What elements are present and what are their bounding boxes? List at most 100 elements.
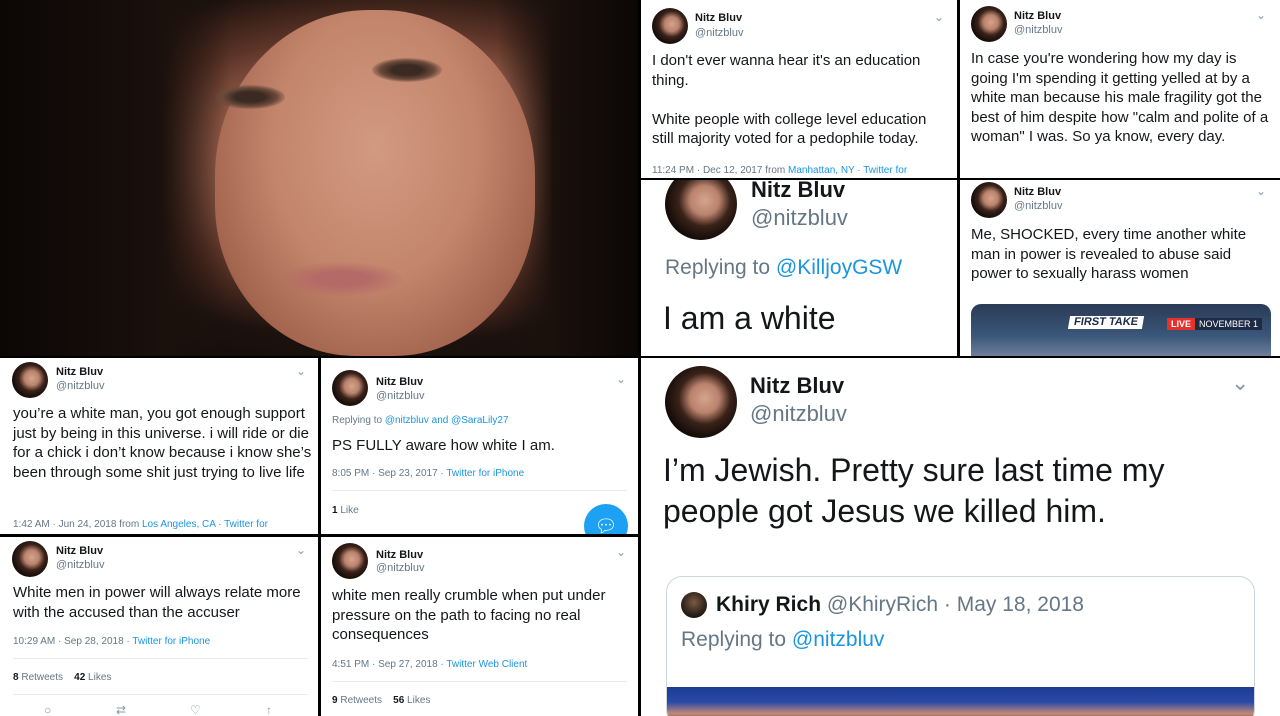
mention-link[interactable]: @nitzbluv and @SaraLily27: [385, 415, 509, 426]
share-icon[interactable]: ↑: [266, 703, 272, 716]
compose-reply-icon: 💬︎: [594, 516, 618, 534]
tweet-author-name[interactable]: Nitz Bluv: [1014, 10, 1061, 22]
tweet-text: I don't ever wanna hear it's an educatio…: [652, 52, 927, 147]
tweet-author-handle[interactable]: @nitzbluv: [1014, 200, 1062, 212]
chevron-down-icon[interactable]: ⌄: [616, 545, 626, 559]
tweet-card-day: Nitz Bluv @nitzbluv ⌄ In case you're won…: [960, 0, 1280, 178]
likes-label[interactable]: Likes: [404, 695, 430, 706]
avatar[interactable]: [652, 8, 688, 44]
tweet-divider: [13, 658, 308, 659]
replying-prefix: Replying to: [681, 628, 792, 651]
media-live-badge: LIVE: [1167, 318, 1196, 330]
tweet-timestamp[interactable]: 8:05 PM · Sep 23, 2017 ·: [332, 468, 446, 479]
tweet-author-handle[interactable]: @nitzbluv: [376, 562, 424, 574]
tweet-meta: 10:29 AM · Sep 28, 2018 · Twitter for iP…: [13, 636, 210, 647]
media-show-logo: FIRST TAKE: [1067, 316, 1145, 329]
tweet-timestamp[interactable]: 1:42 AM · Jun 24, 2018 from: [13, 519, 142, 530]
tweet-author-handle[interactable]: @nitzbluv: [56, 559, 104, 571]
photo-hair-left: [0, 0, 230, 356]
quoted-date[interactable]: · May 18, 2018: [938, 593, 1084, 616]
tweet-timestamp[interactable]: 10:29 AM · Sep 28, 2018 ·: [13, 636, 132, 647]
tweet-divider: [332, 490, 627, 491]
tweet-author-handle[interactable]: @nitzbluv: [1014, 24, 1062, 36]
tweet-author-name[interactable]: Nitz Bluv: [376, 376, 423, 388]
chevron-down-icon[interactable]: ⌄: [1256, 8, 1266, 22]
tweet-author-handle[interactable]: @nitzbluv: [751, 205, 848, 231]
tweet-text: you’re a white man, you got enough suppo…: [13, 405, 312, 481]
tweet-client-link[interactable]: Twitter for iPhone: [132, 636, 210, 647]
tweet-author-handle[interactable]: @nitzbluv: [56, 380, 104, 392]
tweet-stats: 9 Retweets 56 Likes: [332, 695, 430, 706]
tweet-divider: [13, 694, 308, 695]
tweet-author-name[interactable]: Nitz Bluv: [56, 366, 103, 378]
chevron-down-icon[interactable]: ⌄: [616, 372, 626, 386]
tweet-author-name[interactable]: Nitz Bluv: [56, 545, 103, 557]
likes-count[interactable]: 56: [393, 695, 404, 706]
mention-link[interactable]: @KilljoyGSW: [776, 256, 902, 279]
tweet-location-link[interactable]: Manhattan, NY: [788, 165, 855, 176]
retweet-icon[interactable]: ⇄: [116, 703, 126, 716]
tweet-meta: 11:24 PM · Dec 12, 2017 from Manhattan, …: [652, 165, 907, 176]
tweet-text: White men in power will always relate mo…: [13, 584, 301, 621]
tweet-meta: 8:05 PM · Sep 23, 2017 · Twitter for iPh…: [332, 468, 524, 479]
chevron-down-icon[interactable]: ⌄: [296, 364, 306, 378]
tweet-author-handle[interactable]: @nitzbluv: [376, 390, 424, 402]
quoted-tweet[interactable]: Khiry Rich @KhiryRich · May 18, 2018 Rep…: [666, 576, 1255, 716]
tweet-author-name[interactable]: Nitz Bluv: [1014, 186, 1061, 198]
tweet-author-name[interactable]: Nitz Bluv: [751, 180, 845, 203]
reply-icon[interactable]: ○: [44, 703, 51, 716]
tweet-author-handle[interactable]: @nitzbluv: [695, 27, 743, 39]
tweet-divider: [332, 681, 627, 682]
mention-link[interactable]: @nitzbluv: [792, 628, 885, 651]
tweet-media[interactable]: FIRST TAKE LIVE NOVEMBER 1: [971, 304, 1271, 356]
likes-label[interactable]: Like: [338, 505, 358, 516]
tweet-card-ride-or-die: Nitz Bluv @nitzbluv ⌄ you’re a white man…: [0, 358, 318, 534]
tweet-author-name[interactable]: Nitz Bluv: [695, 12, 742, 24]
avatar[interactable]: [971, 6, 1007, 42]
chevron-down-icon[interactable]: ⌄: [934, 10, 944, 24]
quoted-author-name[interactable]: Khiry Rich: [716, 593, 821, 616]
tweet-location-link[interactable]: Los Angeles, CA: [142, 519, 215, 530]
photo-face: [215, 10, 535, 356]
replying-to: Replying to @KilljoyGSW: [665, 256, 902, 280]
quoted-header: Khiry Rich @KhiryRich · May 18, 2018: [716, 593, 1084, 617]
likes-label[interactable]: Likes: [85, 672, 111, 683]
photo-eye-right: [372, 58, 442, 82]
tweet-timestamp[interactable]: 4:51 PM · Sep 27, 2018 ·: [332, 659, 446, 670]
quoted-avatar[interactable]: [681, 592, 707, 618]
photo-eye-left: [215, 85, 285, 109]
avatar[interactable]: [665, 366, 737, 438]
chevron-down-icon[interactable]: ⌄: [1256, 184, 1266, 198]
avatar[interactable]: [12, 362, 48, 398]
chevron-down-icon[interactable]: ⌄: [296, 543, 306, 557]
avatar[interactable]: [665, 180, 737, 240]
replying-prefix: Replying to: [665, 256, 776, 279]
photo-lips: [282, 262, 402, 296]
tweet-author-handle[interactable]: @nitzbluv: [750, 401, 847, 427]
likes-count[interactable]: 42: [74, 672, 85, 683]
tweet-author-name[interactable]: Nitz Bluv: [750, 373, 844, 399]
tweet-text: white men really crumble when put under …: [332, 587, 606, 643]
meta-separator: ·: [215, 519, 225, 530]
avatar[interactable]: [332, 370, 368, 406]
tweet-client-link[interactable]: Twitter for: [863, 165, 907, 176]
tweet-card-education: Nitz Bluv @nitzbluv ⌄ I don't ever wanna…: [641, 0, 957, 178]
avatar[interactable]: [332, 543, 368, 579]
quoted-author-handle[interactable]: @KhiryRich: [827, 593, 938, 616]
tweet-client-link[interactable]: Twitter for iPhone: [446, 468, 524, 479]
tweet-author-name[interactable]: Nitz Bluv: [376, 549, 423, 561]
chevron-down-icon[interactable]: ⌄: [1231, 370, 1249, 396]
retweets-label[interactable]: Retweets: [338, 695, 382, 706]
tweet-client-link[interactable]: Twitter for: [224, 519, 268, 530]
replying-to: Replying to @nitzbluv and @SaraLily27: [332, 415, 509, 426]
quoted-replying-to: Replying to @nitzbluv: [681, 628, 884, 652]
quoted-media[interactable]: [667, 687, 1254, 716]
avatar[interactable]: [971, 182, 1007, 218]
like-icon[interactable]: ♡: [190, 703, 201, 716]
tweet-text: In case you're wondering how my day is g…: [971, 50, 1269, 145]
compose-reply-button[interactable]: 💬︎: [584, 504, 628, 534]
tweet-timestamp[interactable]: 11:24 PM · Dec 12, 2017 from: [652, 165, 788, 176]
tweet-client-link[interactable]: Twitter Web Client: [446, 659, 527, 670]
retweets-label[interactable]: Retweets: [19, 672, 63, 683]
avatar[interactable]: [12, 541, 48, 577]
